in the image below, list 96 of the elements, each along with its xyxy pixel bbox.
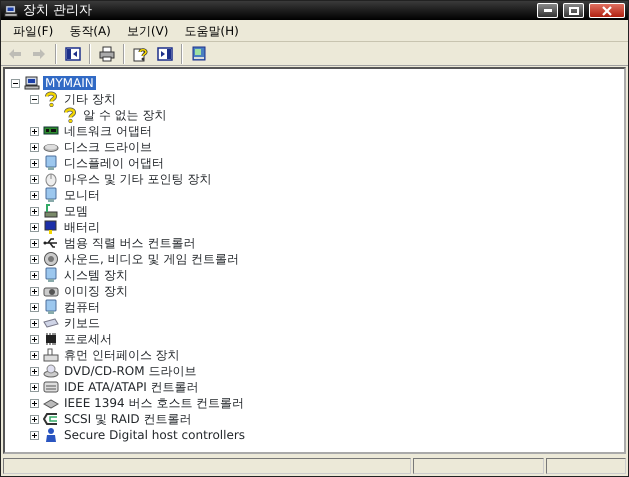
monitor-icon	[43, 267, 59, 283]
plus-icon	[31, 240, 38, 246]
expand-toggle[interactable]	[30, 270, 39, 280]
expand-toggle[interactable]	[30, 94, 39, 104]
menu-item[interactable]: 동작(A)	[61, 22, 119, 40]
panel-icon	[157, 46, 173, 62]
expand-toggle[interactable]	[30, 398, 39, 408]
tree-item[interactable]: IDE ATA/ATAPI 컨트롤러	[62, 380, 201, 394]
monitor-icon	[43, 155, 59, 171]
expand-toggle[interactable]	[30, 366, 39, 376]
tree-item[interactable]: 디스크 드라이브	[62, 140, 154, 154]
plus-icon	[31, 304, 38, 310]
tree-item[interactable]: 휴먼 인터페이스 장치	[62, 348, 182, 362]
menu-item[interactable]: 도움말(H)	[176, 22, 247, 40]
minimize-button[interactable]	[537, 3, 558, 18]
tree-item[interactable]: 배터리	[62, 220, 102, 234]
close-button[interactable]	[589, 3, 625, 18]
warning-question-icon	[62, 107, 78, 123]
maximize-button[interactable]	[563, 3, 584, 18]
chip-icon	[43, 331, 59, 347]
tree-item[interactable]: 마우스 및 기타 포인팅 장치	[62, 172, 214, 186]
expand-toggle[interactable]	[30, 318, 39, 328]
menu-item[interactable]: 보기(V)	[118, 22, 176, 40]
tree-item[interactable]: Secure Digital host controllers	[62, 428, 248, 442]
expand-toggle[interactable]	[30, 190, 39, 200]
tree-item[interactable]: 사운드, 비디오 및 게임 컨트롤러	[62, 252, 242, 266]
expand-toggle[interactable]	[30, 206, 39, 216]
question-mark-icon	[43, 91, 59, 107]
tree-item[interactable]: MYMAIN	[43, 76, 96, 90]
window-title: 장치 관리자	[23, 2, 94, 20]
tree-item[interactable]: 컴퓨터	[62, 300, 102, 314]
scsi-icon	[43, 411, 59, 427]
tree-item[interactable]: 알 수 없는 장치	[81, 108, 168, 122]
expand-toggle[interactable]	[30, 414, 39, 424]
printer-icon	[99, 46, 115, 62]
maximize-icon	[568, 6, 578, 14]
expand-toggle[interactable]	[30, 222, 39, 232]
plus-icon	[31, 160, 38, 166]
computer-icon	[24, 75, 40, 91]
plus-icon	[31, 176, 38, 182]
expand-toggle[interactable]	[30, 142, 39, 152]
tree-item[interactable]: 키보드	[62, 316, 102, 330]
tree-item[interactable]: 디스플레이 어댑터	[62, 156, 166, 170]
plus-icon	[31, 224, 38, 230]
plus-icon	[31, 320, 38, 326]
expand-toggle[interactable]	[11, 78, 20, 88]
help-icon	[133, 46, 149, 62]
tree-item[interactable]: SCSI 및 RAID 컨트롤러	[62, 412, 194, 426]
monitor-icon	[43, 187, 59, 203]
computer-icon	[4, 4, 18, 18]
menu-item[interactable]: 파일(F)	[5, 22, 62, 40]
expand-toggle[interactable]	[30, 350, 39, 360]
speaker-icon	[43, 251, 59, 267]
tree-item[interactable]: 기타 장치	[62, 92, 118, 106]
plus-icon	[31, 192, 38, 198]
plus-icon	[31, 272, 38, 278]
tree-item[interactable]: 프로세서	[62, 332, 114, 346]
plus-icon	[31, 352, 38, 358]
tree-item[interactable]: 범용 직렬 버스 컨트롤러	[62, 236, 198, 250]
expand-toggle[interactable]	[30, 126, 39, 136]
monitor-icon	[43, 299, 59, 315]
close-icon	[602, 6, 612, 16]
plus-icon	[31, 336, 38, 342]
tree-item[interactable]: DVD/CD-ROM 드라이브	[62, 364, 198, 378]
plus-icon	[31, 128, 38, 134]
tree-item[interactable]: 모니터	[62, 188, 102, 202]
cd-drive-icon	[43, 363, 59, 379]
panel-icon	[65, 46, 81, 62]
plus-icon	[31, 256, 38, 262]
scan-hardware-icon	[191, 46, 207, 62]
expand-toggle[interactable]	[30, 238, 39, 248]
expand-toggle[interactable]	[30, 430, 39, 440]
expand-toggle[interactable]	[30, 302, 39, 312]
tree-item[interactable]: 시스템 장치	[62, 268, 130, 282]
tree-item[interactable]: IEEE 1394 버스 호스트 컨트롤러	[62, 396, 246, 410]
person-icon	[43, 427, 59, 443]
expand-toggle[interactable]	[30, 334, 39, 344]
tree-item[interactable]: 네트워크 어댑터	[62, 124, 154, 138]
plus-icon	[31, 288, 38, 294]
tree-item[interactable]: 이미징 장치	[62, 284, 130, 298]
mouse-icon	[43, 171, 59, 187]
expand-toggle[interactable]	[30, 174, 39, 184]
tree-item[interactable]: 모뎀	[62, 204, 90, 218]
plus-icon	[31, 368, 38, 374]
modem-icon	[43, 203, 59, 219]
expand-toggle[interactable]	[30, 254, 39, 264]
expand-toggle[interactable]	[30, 286, 39, 296]
plus-icon	[31, 208, 38, 214]
plus-icon	[31, 384, 38, 390]
plus-icon	[31, 416, 38, 422]
plus-icon	[31, 432, 38, 438]
expand-toggle[interactable]	[30, 158, 39, 168]
plus-icon	[31, 144, 38, 150]
minimize-icon	[544, 9, 552, 12]
expand-toggle[interactable]	[30, 382, 39, 392]
plus-icon	[31, 400, 38, 406]
